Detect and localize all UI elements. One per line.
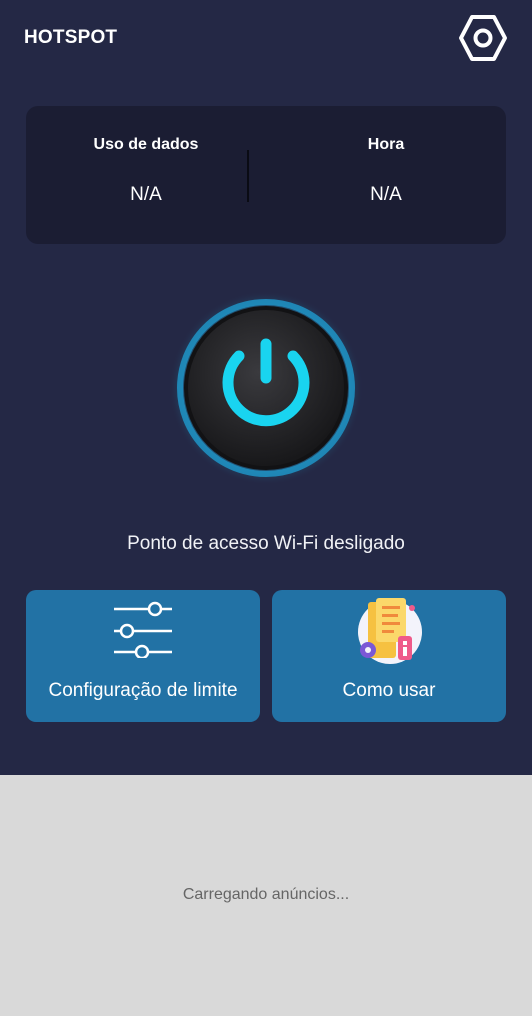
top-bar: HOTSPOT — [0, 0, 532, 78]
how-to-use-button[interactable]: Como usar — [272, 590, 506, 722]
app-title: HOTSPOT — [24, 27, 118, 48]
time-stat: Hora N/A — [266, 106, 506, 244]
ad-loading-text: Carregando anúncios... — [182, 886, 350, 903]
data-usage-stat: Uso de dados N/A — [26, 106, 266, 244]
data-usage-value: N/A — [130, 184, 162, 205]
sliders-icon — [114, 601, 172, 658]
data-usage-label: Uso de dados — [93, 136, 199, 153]
time-label: Hora — [367, 136, 405, 153]
guide-illustration-icon — [358, 598, 422, 664]
stats-divider — [247, 150, 249, 202]
time-value: N/A — [370, 184, 402, 205]
settings-hexagon-icon — [459, 15, 507, 61]
ad-banner[interactable]: Carregando anúncios... — [0, 775, 532, 1016]
limit-config-button[interactable]: Configuração de limite — [26, 590, 260, 722]
limit-config-label: Configuração de limite — [48, 680, 238, 701]
hotspot-status: Ponto de acesso Wi-Fi desligado — [127, 533, 405, 554]
power-button[interactable] — [168, 290, 364, 486]
settings-button[interactable] — [458, 13, 508, 63]
power-icon — [169, 291, 363, 485]
stats-card: Uso de dados N/A Hora N/A — [26, 106, 506, 244]
how-to-use-label: Como usar — [342, 680, 436, 701]
